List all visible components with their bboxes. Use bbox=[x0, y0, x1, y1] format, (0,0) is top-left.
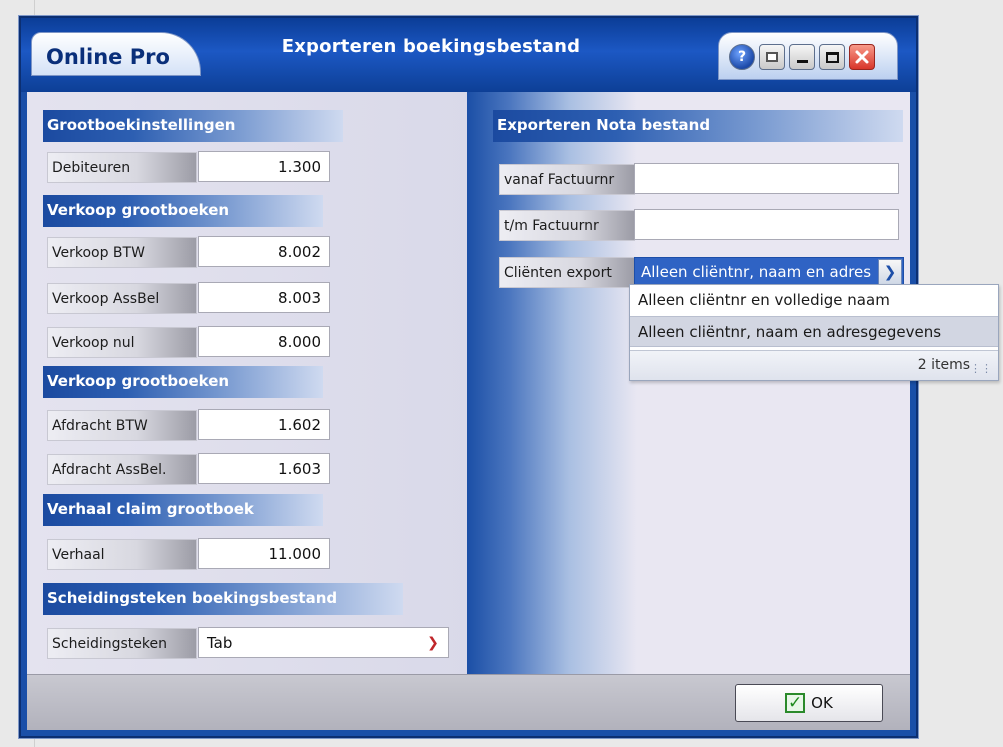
maximize-button[interactable] bbox=[819, 44, 845, 70]
close-icon bbox=[855, 50, 869, 64]
clienten-export-label: Cliënten export bbox=[499, 257, 635, 288]
dropdown-option[interactable]: Alleen cliëntnr en volledige naam bbox=[630, 285, 998, 316]
separator-header: Scheidingsteken boekingsbestand bbox=[43, 583, 403, 615]
afdracht-assbel-label: Afdracht AssBel. bbox=[47, 454, 197, 485]
sales-ledgers-header: Verkoop grootboeken bbox=[43, 195, 323, 227]
screenshot-button[interactable] bbox=[759, 44, 785, 70]
verkoop-assbel-label: Verkoop AssBel bbox=[47, 283, 197, 314]
vanaf-factuurnr-input[interactable] bbox=[634, 163, 899, 194]
verkoop-btw-input[interactable]: 8.002 bbox=[198, 236, 330, 267]
window-title: Exporteren boekingsbestand bbox=[281, 36, 581, 57]
screen-icon bbox=[766, 52, 778, 62]
ok-label: OK bbox=[811, 694, 833, 712]
minimize-button[interactable] bbox=[789, 44, 815, 70]
close-button[interactable] bbox=[849, 44, 875, 70]
verkoop-assbel-input[interactable]: 8.003 bbox=[198, 282, 330, 313]
maximize-icon bbox=[825, 51, 839, 63]
verhaal-input[interactable]: 11.000 bbox=[198, 538, 330, 569]
verkoop-nul-input[interactable]: 8.000 bbox=[198, 326, 330, 357]
debiteuren-input[interactable]: 1.300 bbox=[198, 151, 330, 182]
clienten-export-value: Alleen cliëntnr, naam en adres bbox=[641, 263, 872, 281]
export-nota-header: Exporteren Nota bestand bbox=[493, 110, 903, 142]
afdracht-btw-label: Afdracht BTW bbox=[47, 410, 197, 441]
separator-select[interactable]: Tab ❯ bbox=[198, 627, 449, 658]
separator-label: Scheidingsteken bbox=[47, 628, 197, 659]
afdracht-assbel-input[interactable]: 1.603 bbox=[198, 453, 330, 484]
ok-button[interactable]: ✓ OK bbox=[735, 684, 883, 722]
clienten-export-select[interactable]: Alleen cliëntnr, naam en adres ❯ bbox=[634, 257, 904, 287]
dropdown-option[interactable]: Alleen cliëntnr, naam en adresgegevens bbox=[630, 316, 998, 347]
verhaal-label: Verhaal bbox=[47, 539, 197, 570]
export-nota-panel: Exporteren Nota bestand vanaf Factuurnr … bbox=[473, 92, 910, 674]
app-name: Online Pro bbox=[46, 45, 170, 69]
verkoop-nul-label: Verkoop nul bbox=[47, 327, 197, 358]
dialog-body: Grootboekinstellingen Debiteuren 1.300 V… bbox=[27, 92, 910, 674]
afdracht-btw-input[interactable]: 1.602 bbox=[198, 409, 330, 440]
title-bar[interactable]: Online Pro Exporteren boekingsbestand ? bbox=[21, 18, 916, 92]
separator-value: Tab bbox=[207, 634, 233, 652]
minimize-icon bbox=[796, 59, 808, 63]
check-icon: ✓ bbox=[785, 693, 806, 713]
dropdown-item-count: 2 items ⋮⋮ bbox=[630, 350, 998, 380]
ledger-settings-panel: Grootboekinstellingen Debiteuren 1.300 V… bbox=[27, 92, 473, 674]
item-count-text: 2 items bbox=[917, 357, 970, 373]
dialog-footer: ✓ OK bbox=[27, 674, 910, 730]
resize-grip-icon[interactable]: ⋮⋮ bbox=[970, 362, 992, 375]
debiteuren-label: Debiteuren bbox=[47, 152, 197, 183]
chevron-down-icon: ❯ bbox=[427, 635, 439, 651]
verkoop-btw-label: Verkoop BTW bbox=[47, 237, 197, 268]
claim-ledger-header: Verhaal claim grootboek bbox=[43, 494, 323, 526]
title-bar-buttons: ? bbox=[718, 32, 898, 80]
tm-factuurnr-input[interactable] bbox=[634, 209, 899, 240]
help-icon: ? bbox=[737, 49, 747, 65]
ledger-settings-header: Grootboekinstellingen bbox=[43, 110, 343, 142]
clienten-export-dropdown: Alleen cliëntnr en volledige naam Alleen… bbox=[629, 284, 999, 381]
remittance-ledgers-header: Verkoop grootboeken bbox=[43, 366, 323, 398]
tm-factuurnr-label: t/m Factuurnr bbox=[499, 210, 635, 241]
chevron-down-icon[interactable]: ❯ bbox=[878, 259, 902, 285]
vanaf-factuurnr-label: vanaf Factuurnr bbox=[499, 164, 635, 195]
help-button[interactable]: ? bbox=[729, 44, 755, 70]
app-name-tab: Online Pro bbox=[31, 32, 201, 76]
